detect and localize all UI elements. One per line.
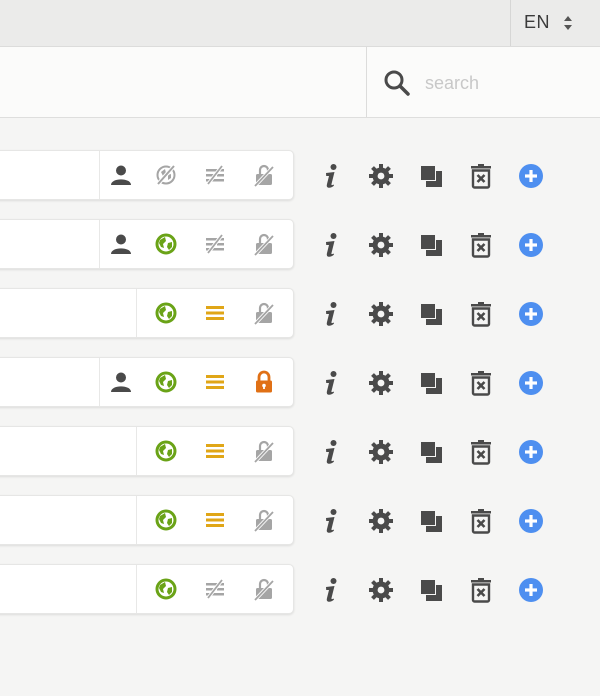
lock-open-icon[interactable] (252, 301, 276, 325)
lock-open-icon[interactable] (252, 577, 276, 601)
delete-trash-icon[interactable] (468, 439, 494, 465)
globe-visible-icon[interactable] (154, 577, 178, 601)
menu-disabled-icon[interactable] (203, 577, 227, 601)
add-plus-icon[interactable] (518, 232, 544, 258)
list-row (0, 564, 600, 616)
duplicate-icon[interactable] (418, 577, 444, 603)
list-row (0, 219, 600, 271)
globe-hidden-icon[interactable] (154, 163, 178, 187)
add-plus-icon[interactable] (518, 577, 544, 603)
add-plus-icon[interactable] (518, 163, 544, 189)
add-plus-icon[interactable] (518, 301, 544, 327)
add-plus-icon[interactable] (518, 370, 544, 396)
search-box (366, 47, 600, 117)
top-bar: EN (0, 0, 600, 47)
lock-open-icon[interactable] (252, 232, 276, 256)
delete-trash-icon[interactable] (468, 301, 494, 327)
globe-visible-icon[interactable] (154, 232, 178, 256)
language-selector[interactable]: EN (510, 0, 600, 46)
duplicate-icon[interactable] (418, 439, 444, 465)
list-row (0, 288, 600, 340)
settings-gear-icon[interactable] (368, 301, 394, 327)
delete-trash-icon[interactable] (468, 163, 494, 189)
list-row (0, 150, 600, 202)
user-icon[interactable] (109, 232, 133, 256)
menu-list-icon[interactable] (203, 508, 227, 532)
delete-trash-icon[interactable] (468, 370, 494, 396)
duplicate-icon[interactable] (418, 163, 444, 189)
sort-arrows-icon (563, 15, 573, 36)
settings-gear-icon[interactable] (368, 232, 394, 258)
settings-gear-icon[interactable] (368, 439, 394, 465)
info-icon[interactable] (318, 301, 344, 327)
menu-disabled-icon[interactable] (203, 163, 227, 187)
globe-visible-icon[interactable] (154, 370, 178, 394)
delete-trash-icon[interactable] (468, 508, 494, 534)
info-icon[interactable] (318, 508, 344, 534)
status-icons-group (136, 565, 293, 613)
search-input[interactable] (423, 67, 597, 99)
list-row (0, 426, 600, 478)
toolbar (0, 47, 600, 118)
delete-trash-icon[interactable] (468, 577, 494, 603)
row-card[interactable] (0, 495, 294, 545)
status-icons-group (99, 151, 293, 199)
duplicate-icon[interactable] (418, 232, 444, 258)
add-plus-icon[interactable] (518, 508, 544, 534)
globe-visible-icon[interactable] (154, 301, 178, 325)
status-icons-group (136, 496, 293, 544)
user-icon[interactable] (109, 370, 133, 394)
row-card[interactable] (0, 219, 294, 269)
search-icon[interactable] (383, 69, 411, 102)
row-card[interactable] (0, 564, 294, 614)
user-icon[interactable] (109, 163, 133, 187)
info-icon[interactable] (318, 370, 344, 396)
row-card[interactable] (0, 426, 294, 476)
status-icons-group (99, 220, 293, 268)
lock-closed-icon[interactable] (252, 370, 276, 394)
info-icon[interactable] (318, 577, 344, 603)
settings-gear-icon[interactable] (368, 577, 394, 603)
settings-gear-icon[interactable] (368, 163, 394, 189)
delete-trash-icon[interactable] (468, 232, 494, 258)
duplicate-icon[interactable] (418, 508, 444, 534)
status-icons-group (136, 289, 293, 337)
status-icons-group (136, 427, 293, 475)
lock-open-icon[interactable] (252, 508, 276, 532)
info-icon[interactable] (318, 163, 344, 189)
lock-open-icon[interactable] (252, 439, 276, 463)
list-row (0, 495, 600, 547)
globe-visible-icon[interactable] (154, 439, 178, 463)
add-plus-icon[interactable] (518, 439, 544, 465)
row-card[interactable] (0, 150, 294, 200)
info-icon[interactable] (318, 439, 344, 465)
settings-gear-icon[interactable] (368, 370, 394, 396)
menu-list-icon[interactable] (203, 370, 227, 394)
settings-gear-icon[interactable] (368, 508, 394, 534)
info-icon[interactable] (318, 232, 344, 258)
row-card[interactable] (0, 357, 294, 407)
status-icons-group (99, 358, 293, 406)
duplicate-icon[interactable] (418, 301, 444, 327)
menu-list-icon[interactable] (203, 301, 227, 325)
duplicate-icon[interactable] (418, 370, 444, 396)
language-label: EN (524, 12, 551, 32)
menu-list-icon[interactable] (203, 439, 227, 463)
menu-disabled-icon[interactable] (203, 232, 227, 256)
globe-visible-icon[interactable] (154, 508, 178, 532)
lock-open-icon[interactable] (252, 163, 276, 187)
list-row (0, 357, 600, 409)
row-card[interactable] (0, 288, 294, 338)
